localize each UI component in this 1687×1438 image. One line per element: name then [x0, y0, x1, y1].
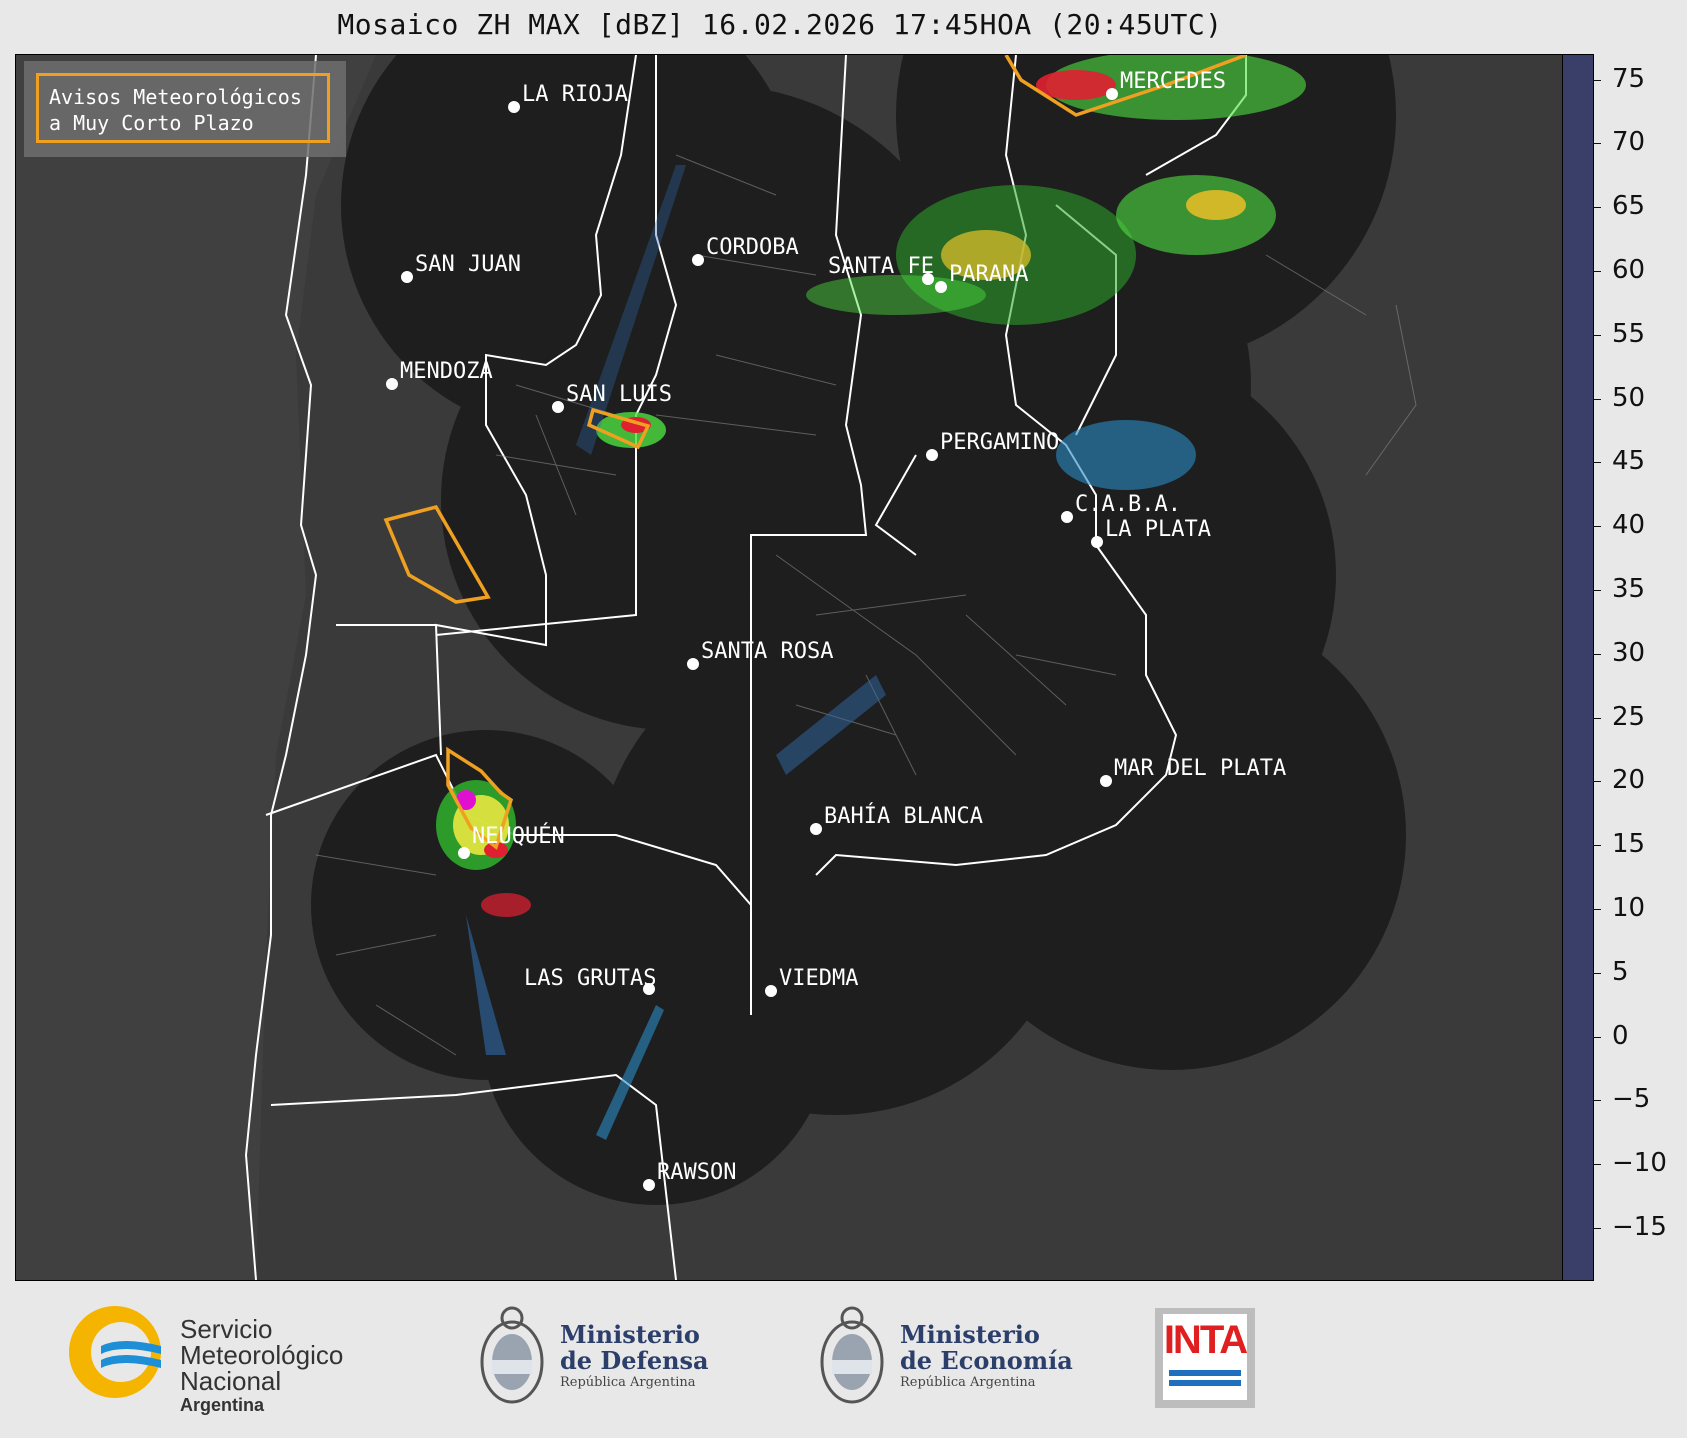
city-marker [1106, 88, 1118, 100]
city-label: RAWSON [657, 1160, 736, 1185]
colorbar-tick-mark [1593, 207, 1601, 209]
warning-legend: Avisos Meteorológicos a Muy Corto Plazo [24, 61, 346, 157]
city-label: LAS GRUTAS [524, 966, 656, 991]
colorbar-tick-mark [1593, 526, 1601, 528]
colorbar-tick-mark [1593, 334, 1601, 336]
city-label: SAN LUIS [566, 382, 672, 407]
city-label: PARANA [949, 262, 1028, 287]
smn-name-line1: Servicio [180, 1314, 273, 1344]
colorbar-tick-mark [1593, 462, 1601, 464]
colorbar-tick-label: 10 [1612, 892, 1646, 923]
city-label: PERGAMINO [940, 430, 1059, 455]
city-label: CORDOBA [706, 235, 799, 260]
colorbar-tick-mark [1593, 270, 1601, 272]
city-marker [765, 985, 777, 997]
colorbar-tick-mark [1593, 79, 1601, 81]
colorbar-tick-mark [1593, 143, 1601, 145]
smn-name-line3: Nacional [180, 1366, 282, 1396]
colorbar-tick-mark [1593, 1164, 1601, 1166]
colorbar-tick-mark [1593, 1227, 1601, 1229]
city-marker [1100, 775, 1112, 787]
city-label: SANTA FE [828, 254, 934, 279]
economia-line2: de Economía [900, 1346, 1073, 1375]
colorbar-tick-label: 75 [1612, 63, 1646, 94]
city-marker [458, 847, 470, 859]
colorbar-tick-label: 60 [1612, 254, 1646, 285]
warning-legend-line2: a Muy Corto Plazo [49, 111, 254, 135]
defensa-logo: Ministerio de Defensa República Argentin… [478, 1300, 738, 1420]
city-label: VIEDMA [779, 966, 858, 991]
national-shield-icon [480, 1306, 544, 1404]
city-label: MERCEDES [1120, 69, 1226, 94]
colorbar-tick-label: 30 [1612, 637, 1646, 668]
city-marker [935, 281, 947, 293]
warning-legend-line1: Avisos Meteorológicos [49, 85, 302, 109]
defensa-line1: Ministerio [560, 1320, 700, 1349]
smn-logo-icon [69, 1306, 161, 1398]
city-label: MAR DEL PLATA [1114, 756, 1286, 781]
city-label: NEUQUÉN [472, 823, 565, 849]
colorbar-tick-mark [1593, 908, 1601, 910]
city-marker [810, 823, 822, 835]
city-marker [687, 658, 699, 670]
colorbar-tick-label: −5 [1612, 1084, 1651, 1115]
economia-logo: Ministerio de Economía República Argenti… [818, 1300, 1078, 1420]
colorbar-tick-label: 55 [1612, 318, 1646, 349]
economia-line1: Ministerio [900, 1320, 1040, 1349]
city-marker [692, 254, 704, 266]
colorbar-tick-label: 35 [1612, 573, 1646, 604]
map-canvas: LA RIOJA SAN JUAN CORDOBA SANTA FE PARANA MEN… [16, 55, 1563, 1280]
inta-text: INTA [1163, 1318, 1248, 1362]
city-marker [1061, 511, 1073, 523]
inta-logo: INTA [1155, 1308, 1255, 1408]
city-label: MENDOZA [400, 359, 493, 384]
colorbar-tick-label: 70 [1612, 127, 1646, 158]
city-marker [401, 271, 413, 283]
colorbar-tick-label: −10 [1612, 1148, 1667, 1179]
smn-name-line2: Meteorológico [180, 1340, 344, 1370]
national-shield-icon [820, 1306, 884, 1404]
colorbar-tick-mark [1593, 653, 1601, 655]
city-label: SAN JUAN [415, 252, 521, 277]
city-marker [508, 101, 520, 113]
defensa-line2: de Defensa [560, 1346, 709, 1375]
colorbar-tick-label: 20 [1612, 765, 1646, 796]
colorbar-tick-label: 15 [1612, 829, 1646, 860]
colorbar-tick-label: 5 [1612, 956, 1629, 987]
city-marker [926, 449, 938, 461]
city-marker [643, 1179, 655, 1191]
city-marker [1091, 536, 1103, 548]
colorbar-tick-label: 65 [1612, 191, 1646, 222]
colorbar-tick-mark [1593, 1100, 1601, 1102]
city-label: C.A.B.A. [1075, 492, 1181, 517]
colorbar-tick-mark [1593, 781, 1601, 783]
colorbar-tick-mark [1593, 1036, 1601, 1038]
colorbar-tick-label: 50 [1612, 382, 1646, 413]
warning-legend-frame: Avisos Meteorológicos a Muy Corto Plazo [36, 73, 330, 143]
smn-logo: Servicio Meteorológico Nacional Argentin… [65, 1302, 395, 1415]
colorbar-tick-mark [1593, 717, 1601, 719]
colorbar-tick-mark [1593, 972, 1601, 974]
radar-map[interactable]: LA RIOJA SAN JUAN CORDOBA SANTA FE PARANA MEN… [15, 54, 1564, 1281]
city-label: LA PLATA [1105, 517, 1211, 542]
map-title: Mosaico ZH MAX [dBZ] 16.02.2026 17:45HOA… [337, 8, 1223, 41]
dbz-colorbar [1562, 54, 1594, 1281]
colorbar-tick-label: 45 [1612, 446, 1646, 477]
colorbar-tick-mark [1593, 845, 1601, 847]
city-label: BAHÍA BLANCA [824, 803, 983, 829]
city-label: SANTA ROSA [701, 639, 833, 664]
colorbar-tick-label: 25 [1612, 701, 1646, 732]
city-marker [552, 401, 564, 413]
smn-country: Argentina [180, 1395, 265, 1415]
economia-line3: República Argentina [900, 1375, 1036, 1390]
defensa-line3: República Argentina [560, 1375, 696, 1390]
city-marker [386, 378, 398, 390]
colorbar-tick-label: −15 [1612, 1211, 1667, 1242]
colorbar-tick-mark [1593, 589, 1601, 591]
colorbar-tick-mark [1593, 398, 1601, 400]
city-label: LA RIOJA [522, 82, 628, 107]
colorbar-tick-label: 40 [1612, 510, 1646, 541]
footer-logos: Servicio Meteorológico Nacional Argentin… [0, 1280, 1687, 1438]
colorbar-tick-label: 0 [1612, 1020, 1629, 1051]
